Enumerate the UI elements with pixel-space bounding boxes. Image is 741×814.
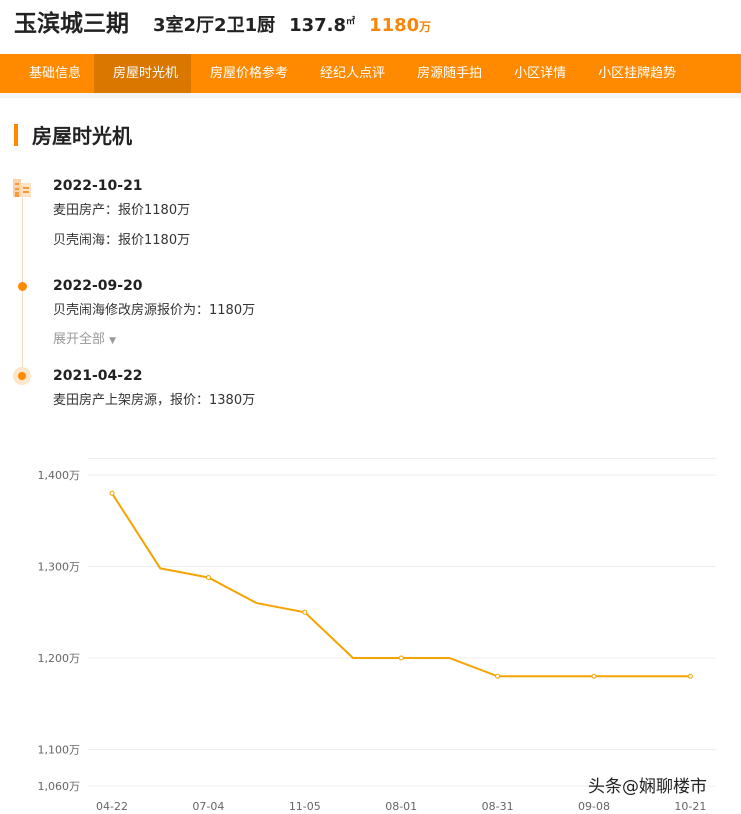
timeline-entry: 2021-04-22 麦田房产上架房源，报价：1380万: [53, 368, 256, 408]
section-heading: 房屋时光机: [14, 120, 132, 149]
data-point: [205, 574, 211, 580]
y-tick-label: 1,100万: [38, 744, 81, 757]
y-tick-label: 1,060万: [38, 780, 81, 793]
x-tick-label: 09-08: [578, 800, 610, 813]
data-point: [398, 655, 404, 661]
timeline-line: [22, 190, 23, 370]
expand-all-button[interactable]: 展开全部 ▼: [53, 328, 255, 347]
x-tick-label: 08-01: [385, 800, 417, 813]
data-point: [302, 609, 308, 615]
timeline-entry: 2022-09-20 贝壳闹海修改房源报价为：1180万 展开全部 ▼: [53, 278, 256, 347]
y-tick-label: 1,300万: [38, 561, 81, 574]
data-point: [109, 490, 115, 496]
x-tick-label: 07-04: [192, 800, 224, 813]
watermark: 头条@娴聊楼市: [588, 777, 707, 797]
tab-agent-review[interactable]: 经纪人点评: [301, 54, 398, 93]
tab-photos[interactable]: 房源随手拍: [398, 54, 495, 93]
data-point: [495, 673, 501, 679]
data-point: [591, 673, 597, 679]
room-layout: 3室2厅2卫1厨: [153, 15, 276, 36]
community-name: 玉滨城三期: [14, 11, 129, 37]
tab-listing-trend[interactable]: 小区挂牌趋势: [579, 54, 689, 93]
y-tick-label: 1,200万: [38, 652, 81, 665]
timeline-dot-current: [13, 367, 31, 385]
y-tick-label: 1,400万: [38, 469, 81, 482]
timeline-dot: [18, 282, 27, 291]
price-trend-chart: 1,060万 1,100万 1,200万 1,300万 1,400万 04-22 07-04…: [38, 458, 716, 813]
x-tick-label: 10-21: [674, 800, 706, 813]
data-point: [687, 673, 693, 679]
area: 137.8㎡: [289, 15, 356, 36]
price-line: [111, 492, 691, 678]
tab-price-reference[interactable]: 房屋价格参考: [191, 54, 301, 93]
tab-community-details[interactable]: 小区详情: [495, 54, 579, 93]
x-tick-label: 08-31: [482, 800, 514, 813]
x-tick-label: 11-05: [289, 800, 321, 813]
caret-down-icon: ▼: [109, 336, 117, 346]
tab-time-machine[interactable]: 房屋时光机: [94, 54, 192, 93]
nav-shadow: [0, 93, 741, 98]
timeline-entry: 2022-10-21 麦田房产：报价1180万 贝壳闹海：报价1180万: [53, 178, 191, 248]
x-tick-label: 04-22: [96, 800, 128, 813]
building-icon: [13, 179, 31, 197]
section-title: 房屋时光机: [32, 124, 132, 148]
tab-basic-info[interactable]: 基础信息: [10, 54, 94, 93]
heading-accent-bar: [14, 123, 18, 146]
price: 1180万: [369, 15, 432, 36]
section-nav: 基础信息 房屋时光机 房屋价格参考 经纪人点评 房源随手拍 小区详情 小区挂牌趋…: [0, 54, 741, 93]
listing-header: 玉滨城三期 3室2厅2卫1厨 137.8㎡ 1180万: [14, 4, 431, 38]
